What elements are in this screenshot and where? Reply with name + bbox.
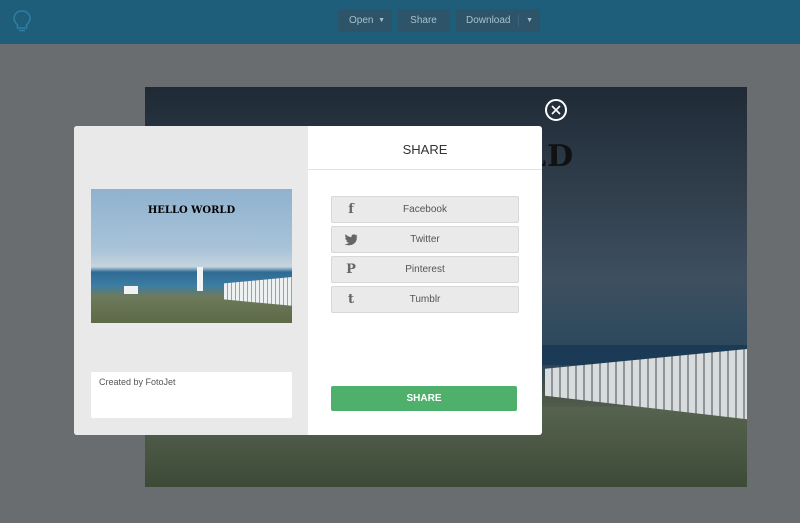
preview-image: HELLO WORLD (91, 189, 292, 323)
share-dialog: HELLO WORLD Created by FotoJet SHARE f F… (74, 126, 542, 435)
caret-down-icon[interactable]: ▼ (526, 9, 533, 32)
twitter-label: Twitter (410, 234, 440, 245)
caption-field[interactable]: Created by FotoJet (91, 372, 292, 418)
facebook-label: Facebook (403, 204, 447, 215)
open-button-label: Open (349, 15, 374, 26)
share-submit-button[interactable]: SHARE (331, 386, 517, 411)
caret-down-icon: ▼ (378, 17, 385, 24)
download-button[interactable]: Download ▼ (456, 9, 540, 32)
open-button[interactable]: Open ▼ (338, 9, 392, 32)
dialog-title: SHARE (308, 126, 542, 170)
house (124, 286, 138, 294)
close-icon (551, 105, 561, 115)
pinterest-label: Pinterest (405, 264, 445, 275)
download-button-label: Download (466, 15, 511, 26)
twitter-share-button[interactable]: Twitter (331, 226, 519, 253)
share-button[interactable]: Share (397, 9, 450, 32)
preview-panel: HELLO WORLD Created by FotoJet (74, 126, 308, 435)
preview-title: HELLO WORLD (147, 205, 236, 216)
tumblr-label: Tumblr (409, 294, 441, 305)
tumblr-share-button[interactable]: t Tumblr (331, 286, 519, 313)
close-button[interactable] (545, 99, 567, 121)
lighthouse (197, 267, 203, 291)
caption-text: Created by FotoJet (99, 377, 176, 387)
top-toolbar: Open ▼ Share Download ▼ (0, 0, 800, 44)
facebook-share-button[interactable]: f Facebook (331, 196, 519, 223)
lightbulb-icon[interactable] (12, 9, 32, 33)
fence (224, 277, 292, 306)
pinterest-share-button[interactable]: P Pinterest (331, 256, 519, 283)
divider (518, 14, 519, 27)
